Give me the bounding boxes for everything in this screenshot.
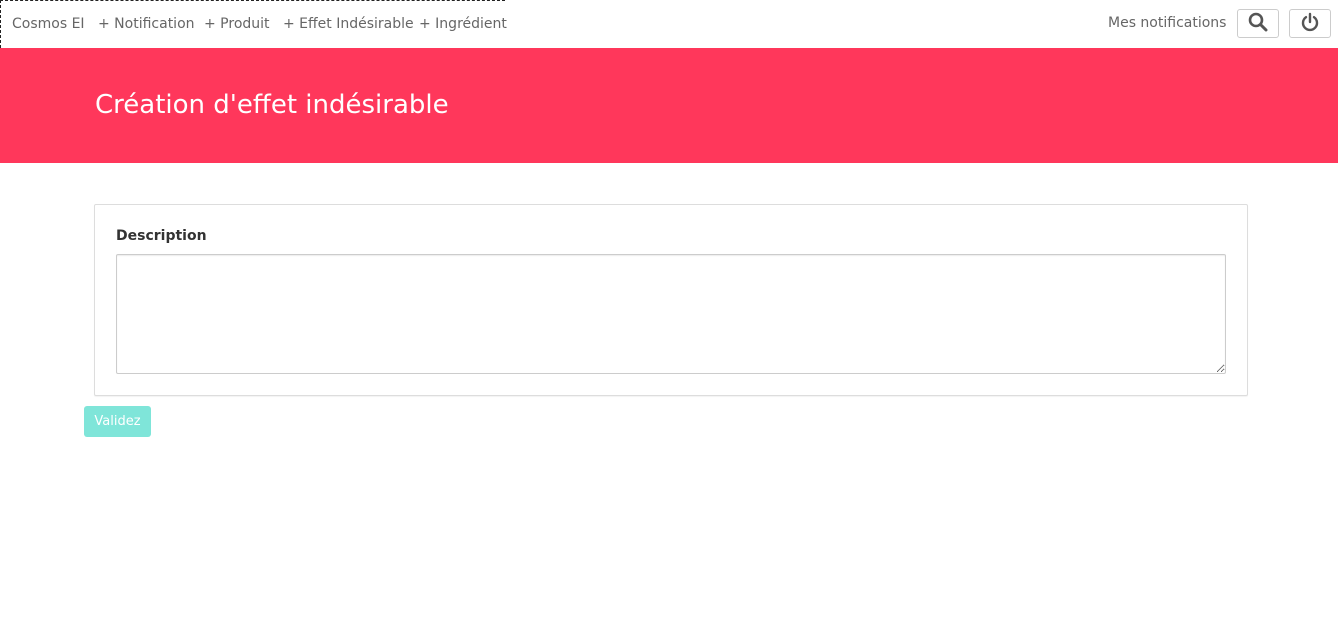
nav-add-produit[interactable]: + Produit <box>204 16 270 32</box>
description-textarea[interactable] <box>116 254 1226 374</box>
nav-left-group: Cosmos EI + Notification + Produit + Eff… <box>0 0 507 48</box>
brand-link[interactable]: Cosmos EI <box>12 16 85 32</box>
logout-button[interactable] <box>1289 9 1331 38</box>
form-panel: Description <box>94 204 1248 396</box>
page-header-banner: Création d'effet indésirable <box>0 48 1338 163</box>
description-label: Description <box>116 228 207 244</box>
search-button[interactable] <box>1237 9 1279 38</box>
my-notifications-link[interactable]: Mes notifications <box>1108 15 1226 31</box>
power-icon <box>1300 12 1320 35</box>
nav-add-ingredient[interactable]: + Ingrédient <box>419 16 507 32</box>
nav-add-effet-indesirable[interactable]: + Effet Indésirable <box>283 16 414 32</box>
search-icon <box>1248 12 1268 35</box>
nav-add-notification[interactable]: + Notification <box>98 16 195 32</box>
page-title: Création d'effet indésirable <box>95 90 449 120</box>
submit-button[interactable]: Validez <box>84 406 151 437</box>
top-navbar: Cosmos EI + Notification + Produit + Eff… <box>0 0 1338 48</box>
